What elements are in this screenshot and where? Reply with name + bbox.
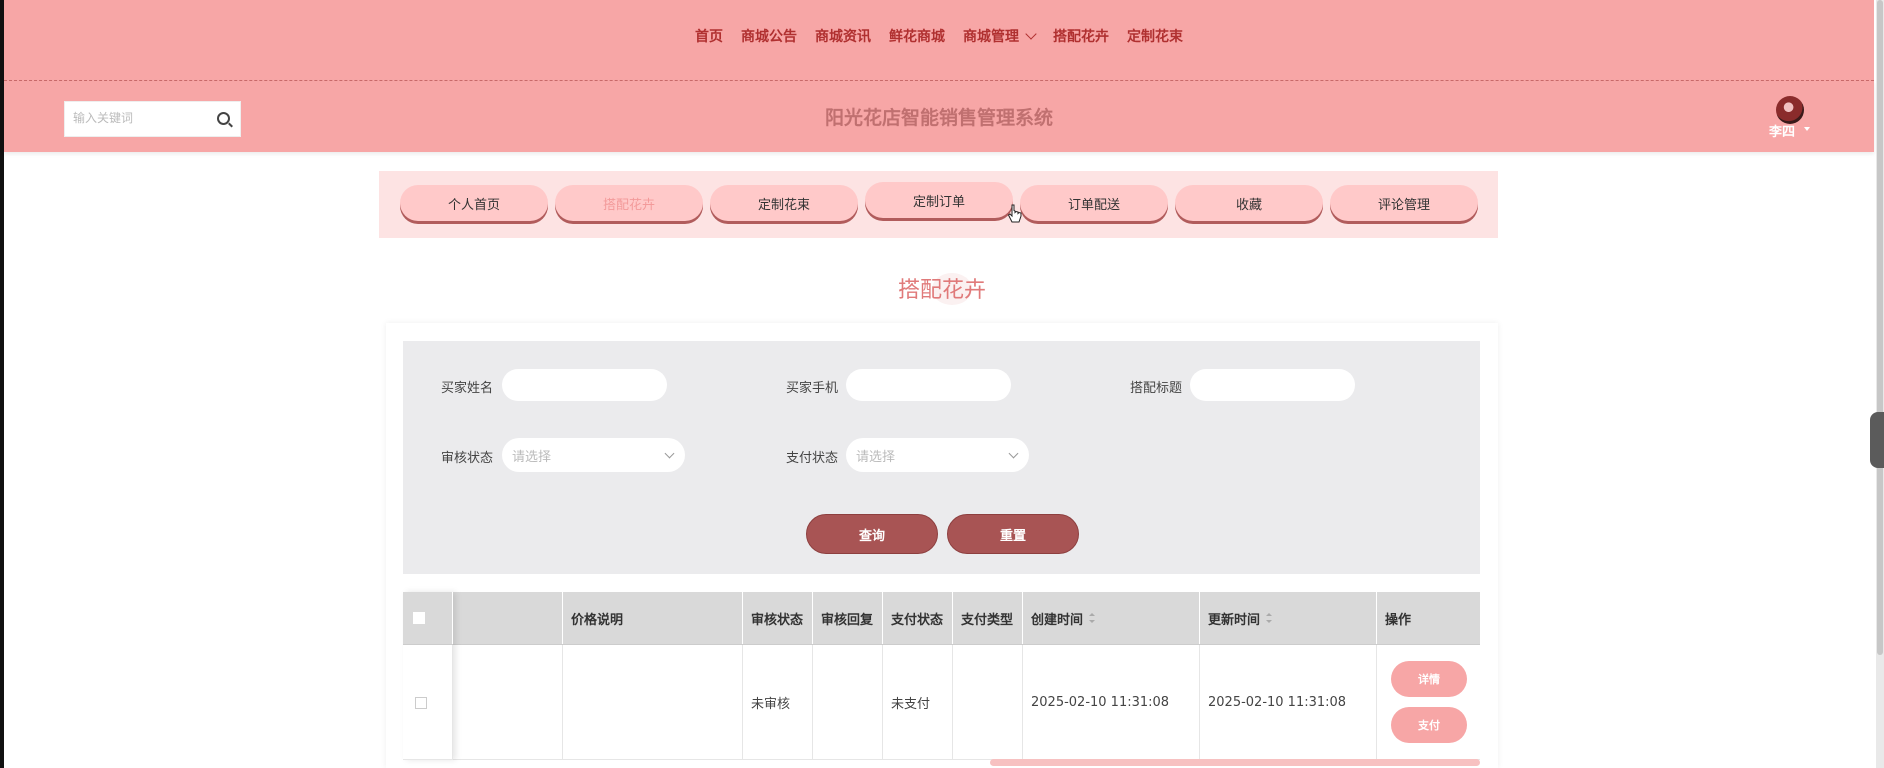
table-row: 未审核 未支付 2025-02-10 11:31:08 2025-02-10 1… [403, 645, 1480, 760]
tab-comment-management[interactable]: 评论管理 [1330, 185, 1478, 221]
header-created-time-label: 创建时间 [1031, 612, 1084, 628]
header-pay-status: 支付状态 [883, 592, 953, 644]
query-button[interactable]: 查询 [806, 514, 938, 554]
buyer-phone-input[interactable] [846, 369, 1011, 401]
site-title: 阳光花店智能销售管理系统 [824, 107, 1053, 129]
horizontal-scrollbar[interactable] [990, 759, 1480, 766]
header-updated-time[interactable]: 更新时间 [1200, 592, 1377, 644]
nav-flower-matching[interactable]: 搭配花卉 [1053, 26, 1109, 46]
header-updated-time-label: 更新时间 [1208, 612, 1261, 628]
page-scrollbar[interactable] [1876, 0, 1884, 768]
sort-icon[interactable] [1089, 613, 1096, 623]
nav-announcement[interactable]: 商城公告 [741, 26, 797, 46]
chevron-down-icon [1008, 448, 1019, 459]
nav-custom-bouquet[interactable]: 定制花束 [1127, 26, 1183, 46]
sort-icon[interactable] [1266, 613, 1273, 623]
tab-personal-home[interactable]: 个人首页 [400, 185, 548, 221]
side-collapse-handle[interactable] [1870, 412, 1884, 468]
review-status-select[interactable]: 请选择 [502, 438, 685, 472]
table-header: 价格说明 审核状态 审核回复 支付状态 支付类型 创建时间 更新时间 操作 [403, 592, 1480, 645]
cell-created-time: 2025-02-10 11:31:08 [1023, 645, 1200, 760]
tab-order-delivery[interactable]: 订单配送 [1020, 185, 1168, 221]
match-title-input[interactable] [1190, 369, 1355, 401]
avatar[interactable] [1776, 96, 1804, 124]
pay-status-placeholder: 请选择 [856, 449, 896, 465]
nav-flower-mall[interactable]: 鲜花商城 [889, 26, 945, 46]
pay-status-label: 支付状态 [786, 451, 839, 466]
cell-pay-status: 未支付 [883, 645, 953, 760]
cell-price-desc [563, 645, 743, 760]
pay-status-select[interactable]: 请选择 [846, 438, 1029, 472]
match-title-label: 搭配标题 [1130, 381, 1183, 396]
fixed-column-shadow [403, 592, 453, 760]
nav-home[interactable]: 首页 [695, 26, 723, 46]
scrollbar-thumb[interactable] [1877, 0, 1883, 655]
cell-updated-time: 2025-02-10 11:31:08 [1200, 645, 1377, 760]
cell-pay-type [953, 645, 1023, 760]
header-review-reply: 审核回复 [813, 592, 883, 644]
tab-custom-orders[interactable]: 定制订单 [865, 182, 1013, 218]
hand-cursor-icon [1008, 204, 1022, 223]
header-actions: 操作 [1385, 612, 1412, 628]
cell-review-reply [813, 645, 883, 760]
nav-mall-management[interactable]: 商城管理 [963, 26, 1037, 46]
pay-button[interactable]: 支付 [1391, 707, 1467, 743]
chevron-down-icon [664, 448, 675, 459]
header-blank [453, 592, 563, 644]
tab-favorites[interactable]: 收藏 [1175, 185, 1323, 221]
nav-mall-management-label: 商城管理 [963, 29, 1019, 45]
chevron-down-icon [1025, 28, 1037, 40]
header-created-time[interactable]: 创建时间 [1023, 592, 1200, 644]
header-review-status: 审核状态 [743, 592, 813, 644]
buyer-phone-label: 买家手机 [786, 381, 839, 396]
buyer-name-input[interactable] [502, 369, 667, 401]
detail-button[interactable]: 详情 [1391, 661, 1467, 697]
cell-review-status: 未审核 [743, 645, 813, 760]
reset-button[interactable]: 重置 [947, 514, 1079, 554]
center-tabs: 个人首页 搭配花卉 定制花束 定制订单 订单配送 收藏 评论管理 [379, 171, 1498, 238]
header-pay-type: 支付类型 [953, 592, 1023, 644]
tab-flower-matching[interactable]: 搭配花卉 [555, 185, 703, 221]
buyer-name-label: 买家姓名 [441, 381, 494, 396]
header-bar: 阳光花店智能销售管理系统 李四 [4, 81, 1874, 152]
data-table: 价格说明 审核状态 审核回复 支付状态 支付类型 创建时间 更新时间 操作 未审… [403, 592, 1480, 762]
caret-down-icon[interactable] [1804, 127, 1810, 131]
row-blank-cell [453, 645, 563, 760]
review-status-placeholder: 请选择 [512, 449, 552, 465]
page-title: 搭配花卉 [897, 278, 986, 303]
tab-custom-bouquet[interactable]: 定制花束 [710, 185, 858, 221]
cell-actions: 详情 支付 [1377, 645, 1480, 760]
header-price-desc: 价格说明 [563, 592, 743, 644]
review-status-label: 审核状态 [441, 451, 494, 466]
top-navigation: 首页 商城公告 商城资讯 鲜花商城 商城管理 搭配花卉 定制花束 [4, 0, 1874, 81]
nav-news[interactable]: 商城资讯 [815, 26, 871, 46]
user-name[interactable]: 李四 [1769, 121, 1795, 140]
